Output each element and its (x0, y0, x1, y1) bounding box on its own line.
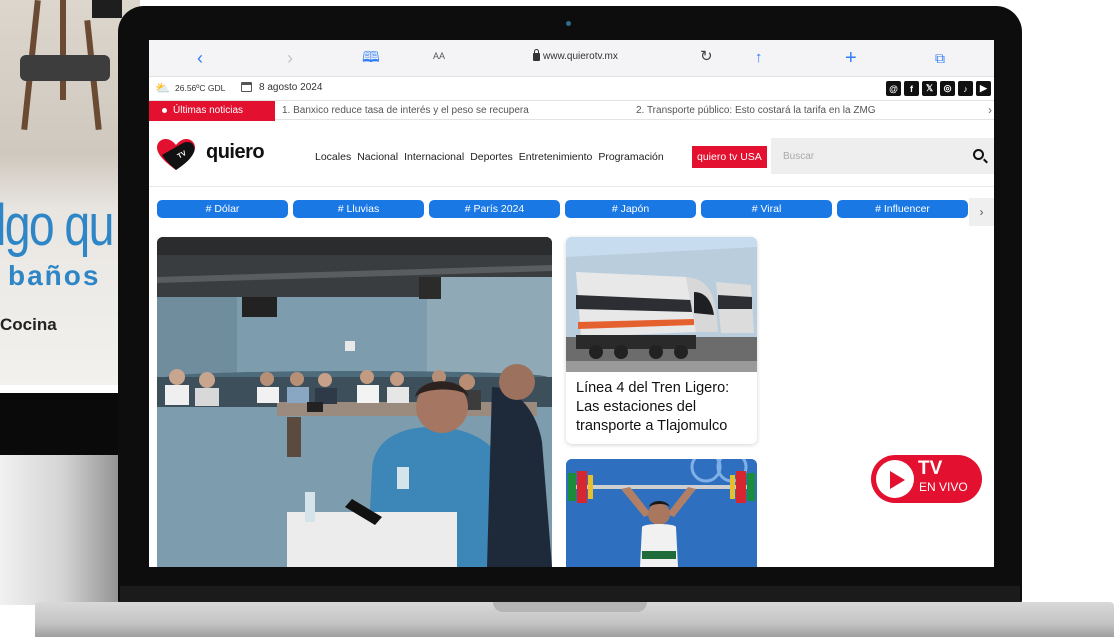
x-icon[interactable]: 𝕏 (922, 81, 937, 96)
main-nav: Locales Nacional Internacional Deportes … (315, 151, 664, 163)
temperature: 26.56ºC GDL (175, 83, 226, 93)
tv-en-vivo-button[interactable]: TV EN VIVO (871, 455, 982, 503)
logo-heart-icon[interactable]: TV (157, 139, 195, 171)
tag-dolar[interactable]: # Dólar (157, 200, 288, 218)
nav-deportes[interactable]: Deportes (470, 151, 513, 163)
share-icon[interactable]: ↑ (755, 46, 763, 70)
trending-tags: # Dólar # Lluvias # París 2024 # Japón #… (157, 198, 994, 228)
site-header: TV quiero Locales Nacional Internacional… (149, 121, 994, 187)
tag-paris-2024[interactable]: # París 2024 (429, 200, 560, 218)
browser-toolbar: ‹ › 🕮 AA www.quierotv.mx ↻ ↑ + ⧉ (149, 40, 994, 77)
tag-influencer[interactable]: # Influencer (837, 200, 968, 218)
search-input[interactable] (771, 138, 961, 174)
nav-nacional[interactable]: Nacional (357, 151, 398, 163)
webcam (566, 21, 571, 26)
site-logo[interactable]: quiero (206, 141, 265, 164)
play-icon (890, 471, 905, 489)
address-bar[interactable]: AA www.quierotv.mx ↻ (425, 47, 725, 70)
chair-graphic (20, 0, 110, 131)
chevron-right-icon[interactable]: › (969, 198, 994, 226)
weather-icon: ⛅ (155, 81, 170, 95)
reader-aa-button[interactable]: AA (433, 51, 445, 61)
article-card-weightlifting[interactable] (566, 459, 757, 567)
reload-icon[interactable]: ↻ (700, 47, 713, 65)
youtube-icon[interactable]: ▶ (976, 81, 991, 96)
background-promo-cocina: Cocina (0, 315, 57, 334)
hero-article-image[interactable] (157, 237, 552, 567)
weightlifting-photo (566, 459, 757, 567)
nav-locales[interactable]: Locales (315, 151, 351, 163)
ticker-item[interactable]: 2. Transporte público: Esto costará la t… (636, 105, 876, 116)
nav-entretenimiento[interactable]: Entretenimiento (519, 151, 593, 163)
train-photo (566, 237, 757, 372)
news-ticker: Últimas noticias 1. Banxico reduce tasa … (149, 100, 994, 121)
en-vivo-label: EN VIVO (919, 480, 968, 494)
laptop-notch (493, 602, 647, 612)
tag-lluvias[interactable]: # Lluvias (293, 200, 424, 218)
quiero-tv-usa-button[interactable]: quiero tv USA (692, 146, 767, 168)
tabs-icon[interactable]: ⧉ (935, 46, 945, 70)
meeting-photo (157, 237, 552, 567)
url-text[interactable]: www.quierotv.mx (543, 51, 618, 62)
social-links: @ f 𝕏 ◎ ♪ ▶ (886, 81, 991, 96)
instagram-icon[interactable]: ◎ (940, 81, 955, 96)
tv-label: TV (918, 458, 943, 479)
search-box (771, 138, 994, 174)
chevron-right-icon[interactable]: › (988, 103, 992, 117)
scene: lgo qu baños Cocina ‹ › 🕮 AA www.quierot… (0, 0, 1114, 637)
tag-viral[interactable]: # Viral (701, 200, 832, 218)
utility-bar: ⛅ 26.56ºC GDL 8 agosto 2024 @ f 𝕏 ◎ ♪ ▶ (149, 78, 994, 99)
calendar-icon (241, 82, 252, 92)
forward-icon[interactable]: › (287, 46, 293, 70)
facebook-icon[interactable]: f (904, 81, 919, 96)
background-promo-text: lgo qu (0, 193, 114, 258)
latest-news-label[interactable]: Últimas noticias (149, 101, 275, 121)
tag-japon[interactable]: # Japón (565, 200, 696, 218)
back-icon[interactable]: ‹ (197, 46, 203, 70)
background-dark-block (92, 0, 122, 18)
new-tab-icon[interactable]: + (845, 46, 857, 70)
current-date: 8 agosto 2024 (259, 82, 323, 93)
search-icon[interactable] (973, 149, 984, 160)
ticker-item[interactable]: 1. Banxico reduce tasa de interés y el p… (282, 105, 529, 116)
bookmarks-icon[interactable]: 🕮 (362, 46, 380, 70)
background-promo-subtext: baños (8, 260, 101, 291)
article-title[interactable]: Línea 4 del Tren Ligero: Las estaciones … (576, 379, 751, 436)
threads-icon[interactable]: @ (886, 81, 901, 96)
nav-programacion[interactable]: Programación (598, 151, 663, 163)
article-card[interactable]: Línea 4 del Tren Ligero: Las estaciones … (566, 237, 757, 444)
laptop-screen: ‹ › 🕮 AA www.quierotv.mx ↻ ↑ + ⧉ ⛅ 26.56… (149, 40, 994, 567)
tiktok-icon[interactable]: ♪ (958, 81, 973, 96)
lock-icon (533, 49, 540, 61)
nav-internacional[interactable]: Internacional (404, 151, 464, 163)
